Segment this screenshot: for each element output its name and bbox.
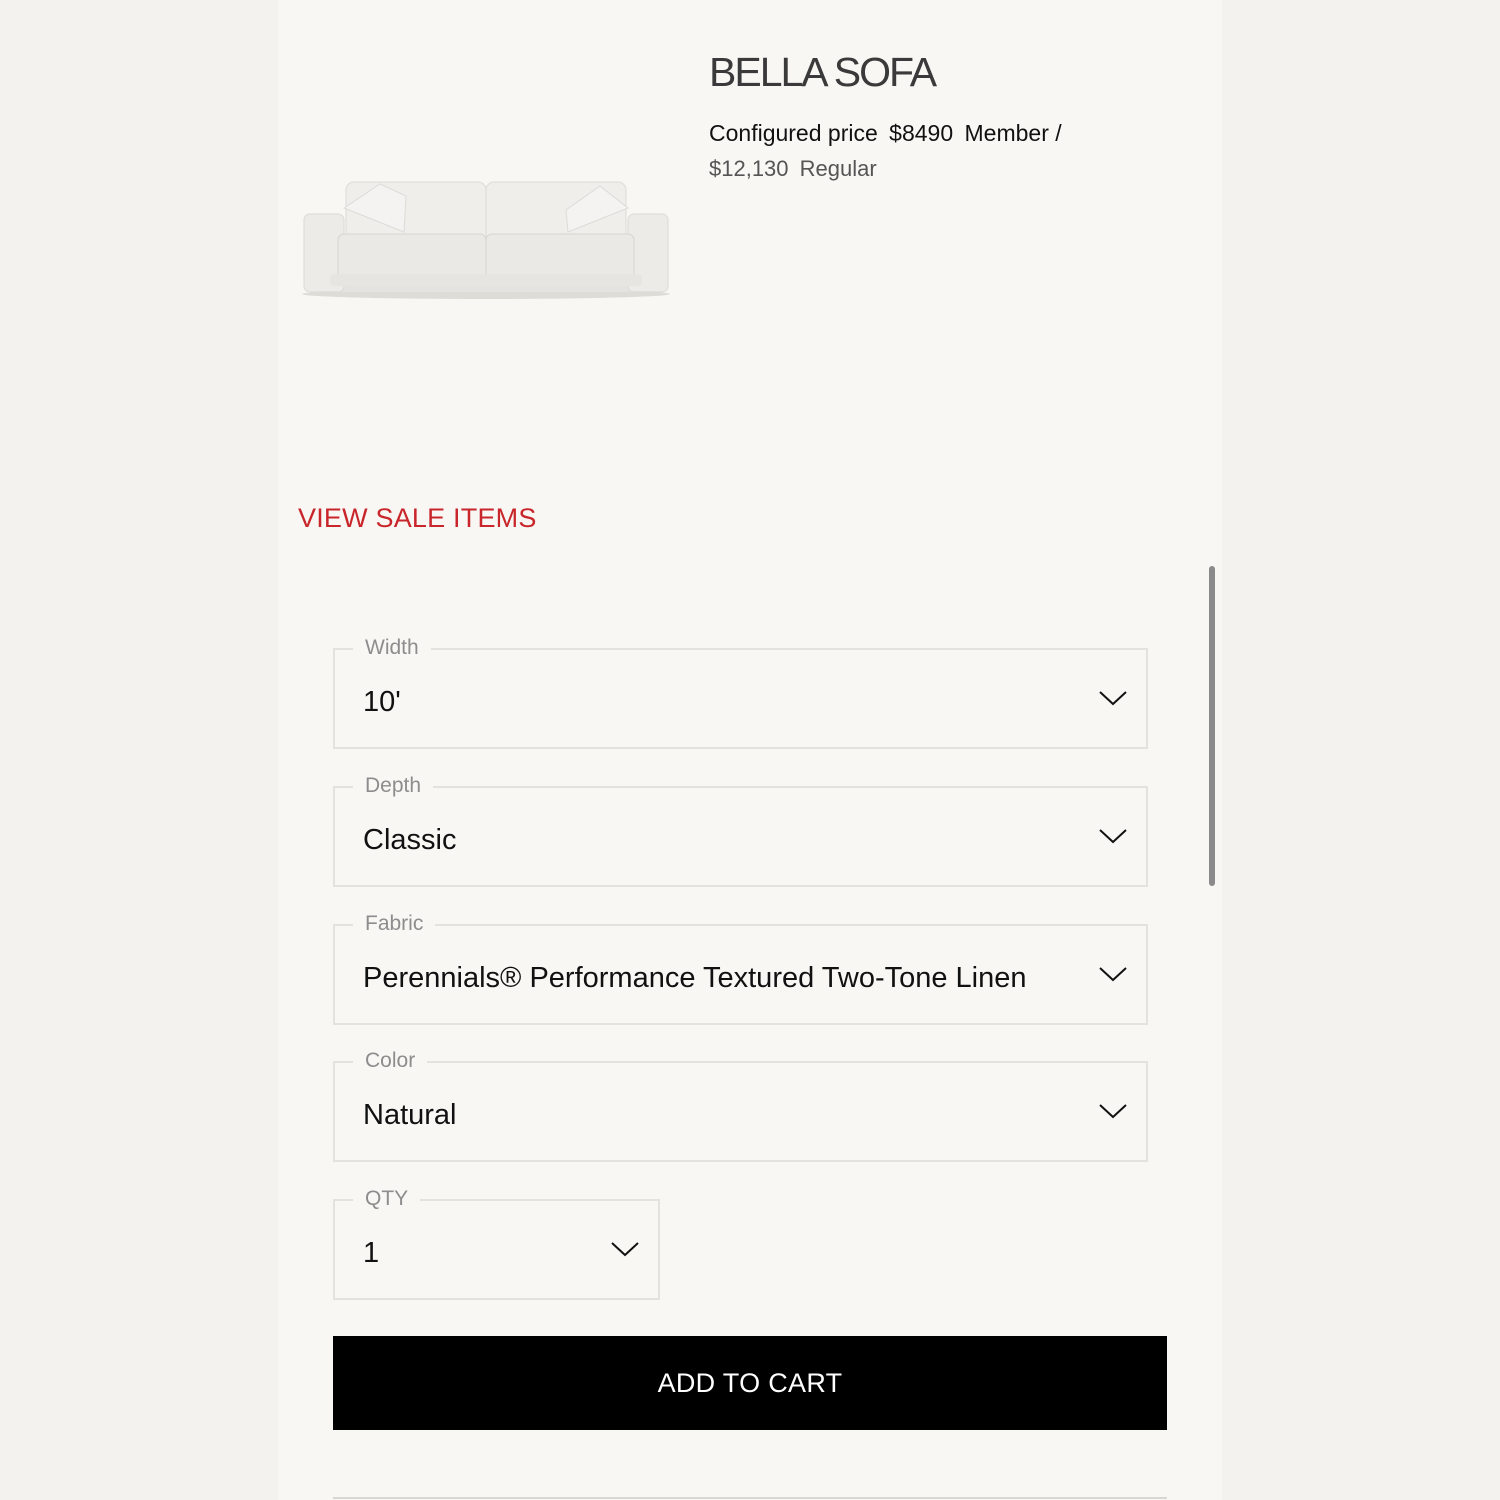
member-label: Member / [964,120,1062,146]
divider [333,1497,1167,1499]
member-price: $8490 [889,120,954,146]
depth-select[interactable]: Depth Classic [333,771,1148,887]
fabric-label: Fabric [353,909,436,939]
add-to-cart-button[interactable]: ADD TO CART [333,1336,1167,1430]
regular-label: Regular [799,156,877,181]
view-sale-items-link[interactable]: VIEW SALE ITEMS [298,503,537,534]
chevron-down-icon [611,1242,639,1257]
width-select[interactable]: Width 10' [333,633,1148,749]
chevron-down-icon [1099,691,1127,706]
chevron-down-icon [1099,1104,1127,1119]
qty-value: 1 [363,1237,380,1269]
qty-select[interactable]: QTY 1 [333,1184,660,1300]
scrollbar[interactable] [1209,566,1215,886]
regular-price: $12,130 [709,156,789,181]
color-value: Natural [363,1099,457,1131]
chevron-down-icon [1099,967,1127,982]
price-label: Configured price [709,120,878,146]
width-label: Width [353,633,431,663]
sofa-image [302,181,670,299]
color-label: Color [353,1046,428,1076]
color-select[interactable]: Color Natural [333,1046,1148,1162]
fabric-value: Perennials® Performance Textured Two-Ton… [363,962,1027,994]
product-configurator: BELLA SOFA Configured price $8490 Member… [278,0,1222,1500]
depth-label: Depth [353,771,434,801]
product-title: BELLA SOFA [709,49,937,95]
member-price-line: Configured price $8490 Member / [709,120,1067,148]
depth-value: Classic [363,824,457,856]
chevron-down-icon [1099,829,1127,844]
fabric-select[interactable]: Fabric Perennials® Performance Textured … [333,909,1148,1025]
regular-price-line: $12,130 Regular [709,156,882,182]
width-value: 10' [363,686,401,718]
qty-label: QTY [353,1184,421,1214]
